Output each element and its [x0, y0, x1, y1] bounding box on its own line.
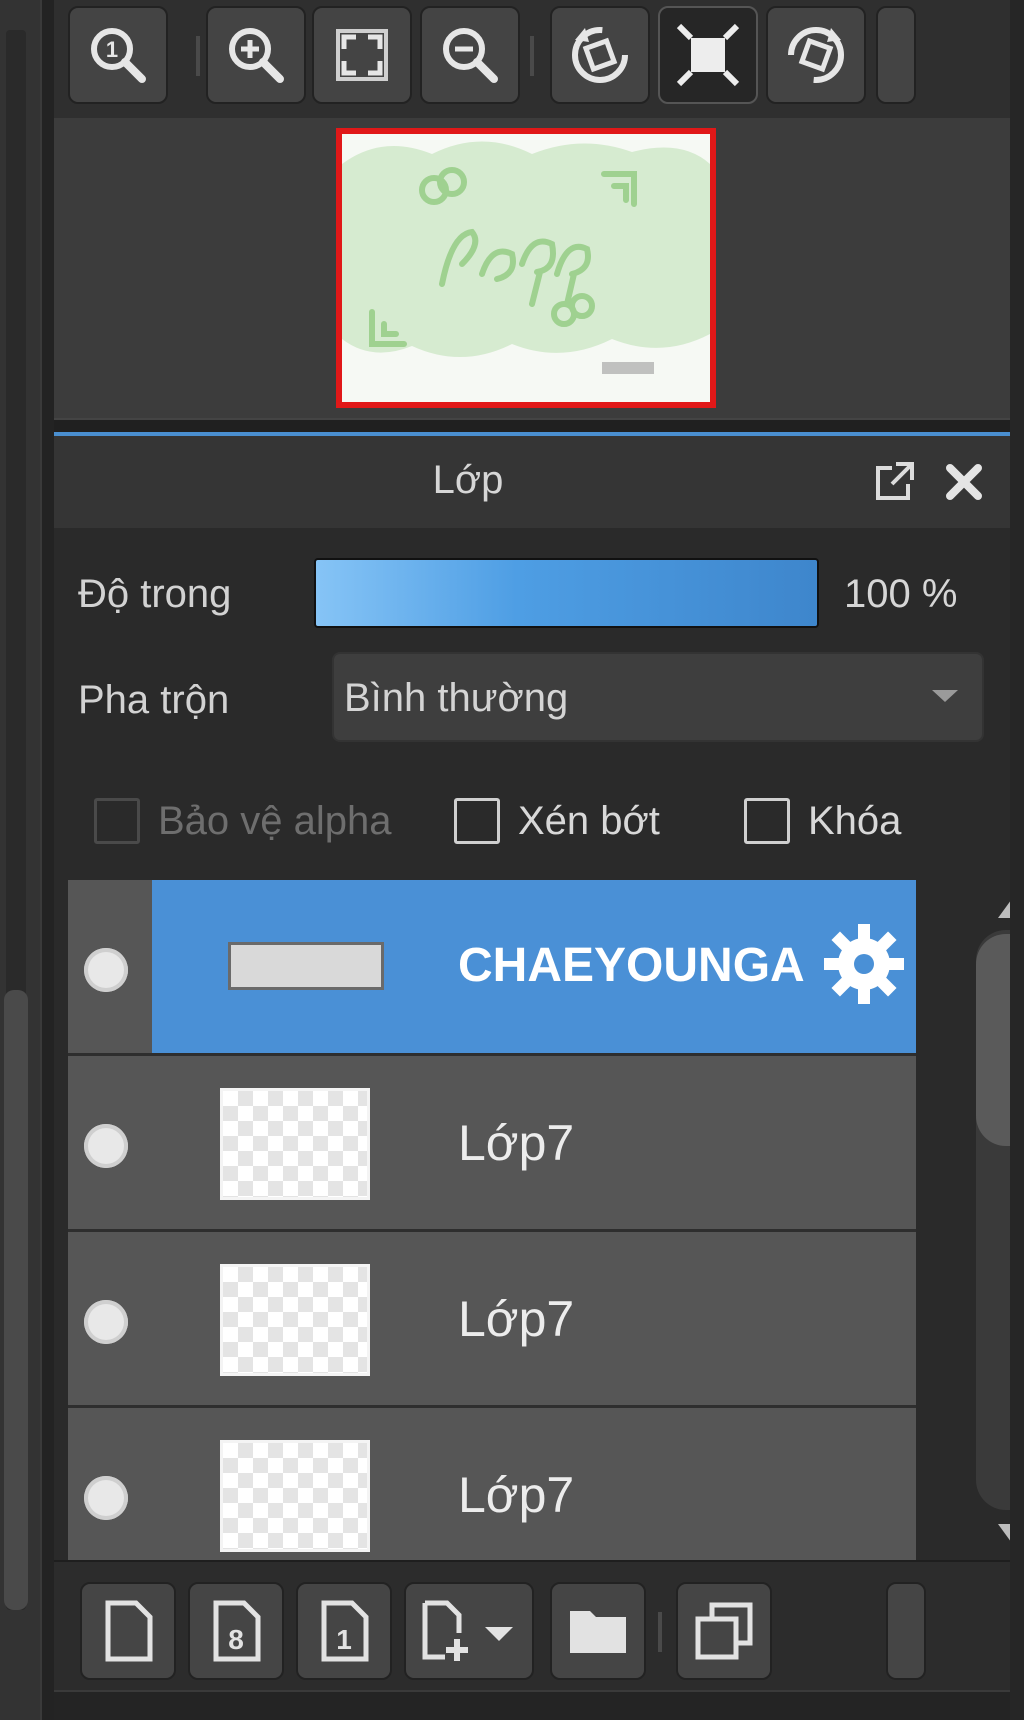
protect-alpha-checkbox[interactable]: Bảo vệ alpha: [94, 798, 392, 844]
rotate-left-button[interactable]: [550, 6, 650, 104]
svg-text:1: 1: [336, 1624, 352, 1655]
toolbar-separator: [658, 1612, 662, 1652]
new-layer-icon: [105, 1600, 153, 1662]
panel-splitter[interactable]: [40, 0, 54, 1720]
zoom-out-button[interactable]: [420, 6, 520, 104]
undock-button[interactable]: [868, 456, 920, 508]
navigator-preview[interactable]: [54, 118, 1010, 418]
canvas-thumbnail-art: [342, 134, 710, 402]
toolbar-overflow[interactable]: [876, 6, 916, 104]
visibility-toggle[interactable]: [84, 1476, 128, 1520]
layer-list: CHAEYOUNGA Lớp7 Lớp7 Lớp7: [54, 880, 1010, 1560]
fit-to-window-icon: [336, 29, 388, 81]
new-8bit-layer-icon: 8: [213, 1600, 261, 1662]
layer-list-scrollbar[interactable]: [972, 884, 1010, 1560]
lock-checkbox[interactable]: Khóa: [744, 798, 901, 844]
layer-panel-header: Lớp: [54, 436, 1010, 528]
scroll-down-icon[interactable]: [994, 1520, 1010, 1550]
zoom-actual-size-button[interactable]: 1: [68, 6, 168, 104]
layer-thumbnail: [228, 942, 384, 990]
opacity-slider-fill: [316, 560, 817, 626]
svg-text:8: 8: [228, 1624, 244, 1655]
panel-bottom-edge: [54, 1690, 1010, 1720]
blend-mode-select[interactable]: Bình thường: [332, 652, 984, 742]
blend-mode-label: Pha trộn: [78, 678, 230, 722]
fit-to-window-button[interactable]: [312, 6, 412, 104]
scroll-thumb[interactable]: [976, 934, 1010, 1146]
zoom-in-icon: [229, 28, 284, 83]
toolbar-separator: [530, 36, 534, 76]
undock-icon: [876, 462, 914, 500]
zoom-out-icon: [443, 28, 498, 83]
lock-label: Khóa: [808, 798, 902, 843]
visibility-toggle[interactable]: [84, 1300, 128, 1344]
gear-icon[interactable]: [820, 920, 908, 1008]
clipping-label: Xén bớt: [518, 798, 660, 843]
layer-row[interactable]: Lớp7: [68, 1056, 916, 1232]
visibility-toggle[interactable]: [84, 948, 128, 992]
rotate-left-icon: [572, 27, 628, 83]
duplicate-layer-button[interactable]: [676, 1582, 772, 1680]
navigator-bottom-border: [54, 418, 1010, 432]
panel-title: Lớp: [432, 458, 504, 502]
close-panel-button[interactable]: [938, 456, 990, 508]
opacity-label: Độ trong: [78, 572, 232, 616]
layer-name: CHAEYOUNGA: [458, 939, 805, 992]
layer-thumbnail: [220, 1264, 370, 1376]
toolbar-separator: [196, 36, 200, 76]
right-edge: [1010, 0, 1024, 1720]
folder-icon: [570, 1611, 626, 1653]
add-layer-dropdown-icon: [422, 1600, 513, 1661]
reset-view-icon: [676, 23, 740, 87]
reset-view-button[interactable]: [658, 6, 758, 104]
clipping-box: [454, 798, 500, 844]
layer-thumbnail: [220, 1440, 370, 1552]
toolbar-overflow[interactable]: [886, 1582, 926, 1680]
new-layer-button[interactable]: [80, 1582, 176, 1680]
navigator-toolbar: 1: [54, 0, 1010, 118]
layer-properties: Độ trong 100 % Pha trộn Bình thường Bảo …: [54, 528, 1010, 880]
left-panel-scroll-strip: [0, 0, 40, 1720]
add-layer-menu-button[interactable]: [404, 1582, 534, 1680]
layer-name: Lớp7: [458, 1291, 575, 1347]
protect-alpha-box: [94, 798, 140, 844]
layer-row[interactable]: CHAEYOUNGA: [68, 880, 916, 1056]
scroll-up-icon[interactable]: [994, 892, 1010, 922]
lock-box: [744, 798, 790, 844]
layer-row[interactable]: Lớp7: [68, 1408, 916, 1560]
opacity-value: 100 %: [844, 572, 958, 616]
layer-name: Lớp7: [458, 1467, 575, 1523]
new-folder-button[interactable]: [550, 1582, 646, 1680]
app-window: 1 Lớp Độ trong 100 % Pha trộn Bình thườn…: [0, 0, 1024, 1720]
svg-text:1: 1: [106, 37, 118, 62]
new-8bit-layer-button[interactable]: 8: [188, 1582, 284, 1680]
close-icon: [946, 464, 982, 500]
duplicate-layer-icon: [695, 1602, 753, 1660]
layer-row[interactable]: Lớp7: [68, 1232, 916, 1408]
layer-thumbnail: [220, 1088, 370, 1200]
blend-mode-value: Bình thường: [344, 676, 569, 720]
zoom-actual-size-icon: 1: [91, 28, 146, 83]
clipping-checkbox[interactable]: Xén bớt: [454, 798, 660, 844]
chevron-down-icon: [932, 690, 958, 702]
left-scroll-thumb[interactable]: [4, 990, 28, 1610]
layer-name: Lớp7: [458, 1115, 575, 1171]
visibility-toggle[interactable]: [84, 1124, 128, 1168]
rotate-right-button[interactable]: [766, 6, 866, 104]
canvas-thumbnail[interactable]: [336, 128, 716, 408]
opacity-slider[interactable]: [314, 558, 819, 628]
protect-alpha-label: Bảo vệ alpha: [158, 798, 392, 843]
new-1bit-layer-icon: 1: [321, 1600, 369, 1662]
rotate-right-icon: [788, 27, 844, 83]
new-1bit-layer-button[interactable]: 1: [296, 1582, 392, 1680]
zoom-in-button[interactable]: [206, 6, 306, 104]
